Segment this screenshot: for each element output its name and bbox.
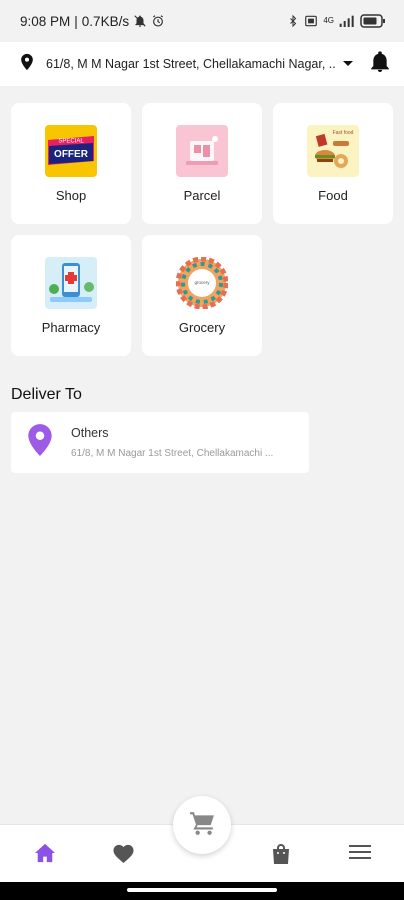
service-label-grocery: Grocery	[178, 320, 226, 335]
svg-text:OFFER: OFFER	[54, 149, 89, 160]
location-pin-purple-icon	[27, 423, 53, 462]
service-label-food: Food	[318, 188, 348, 203]
status-bar: 9:08 PM | 0.7KB/s 4G	[0, 0, 404, 42]
service-card-pharmacy[interactable]: Pharmacy	[11, 235, 131, 356]
status-time: 9:08 PM	[20, 13, 71, 29]
bluetooth-icon	[287, 14, 299, 28]
service-label-parcel: Parcel	[183, 188, 221, 203]
status-right: 4G	[287, 14, 386, 28]
location-text[interactable]: 61/8, M M Nagar 1st Street, Chellakamach…	[46, 57, 336, 71]
delivery-address-card[interactable]: Others 61/8, M M Nagar 1st Street, Chell…	[11, 412, 309, 473]
orders-bag-icon[interactable]	[271, 843, 291, 870]
shop-offer-icon: SPECIAL OFFER	[45, 125, 97, 177]
menu-icon[interactable]	[349, 843, 371, 866]
favorites-heart-icon[interactable]	[112, 843, 135, 869]
network-label: 4G	[323, 16, 334, 25]
notification-bell-icon[interactable]	[370, 50, 390, 78]
alarm-icon	[151, 14, 165, 28]
battery-icon	[360, 14, 386, 28]
food-icon: Fast food	[307, 125, 359, 177]
gesture-handle[interactable]	[127, 888, 277, 892]
home-icon[interactable]	[34, 843, 56, 868]
parcel-icon	[176, 125, 228, 177]
vibrate-icon	[304, 14, 318, 28]
grocery-icon: grocery	[176, 257, 228, 309]
location-bar[interactable]: 61/8, M M Nagar 1st Street, Chellakamach…	[0, 42, 404, 86]
status-separator: |	[74, 13, 78, 29]
dropdown-arrow-icon[interactable]	[342, 55, 354, 73]
cart-icon	[189, 811, 215, 840]
svg-text:grocery: grocery	[194, 280, 210, 285]
service-label-shop: Shop	[55, 188, 87, 203]
service-label-pharmacy: Pharmacy	[41, 320, 101, 335]
pharmacy-icon	[45, 257, 97, 309]
silent-icon	[133, 14, 147, 28]
service-card-shop[interactable]: SPECIAL OFFER Shop	[11, 103, 131, 224]
svg-text:Fast food: Fast food	[333, 130, 354, 136]
signal-icon	[339, 14, 355, 28]
cart-button[interactable]	[173, 796, 231, 854]
address-text-block: Others 61/8, M M Nagar 1st Street, Chell…	[71, 426, 273, 459]
address-line: 61/8, M M Nagar 1st Street, Chellakamach…	[71, 448, 274, 459]
service-card-grocery[interactable]: grocery Grocery	[142, 235, 262, 356]
service-card-food[interactable]: Fast food Food	[273, 103, 393, 224]
location-pin-icon	[20, 53, 34, 76]
status-speed: 0.7KB/s	[81, 13, 130, 29]
status-left: 9:08 PM | 0.7KB/s	[20, 14, 165, 29]
deliver-to-title: Deliver To	[11, 386, 82, 403]
svg-text:SPECIAL: SPECIAL	[58, 139, 84, 145]
address-type: Others	[71, 426, 109, 440]
service-card-parcel[interactable]: Parcel	[142, 103, 262, 224]
